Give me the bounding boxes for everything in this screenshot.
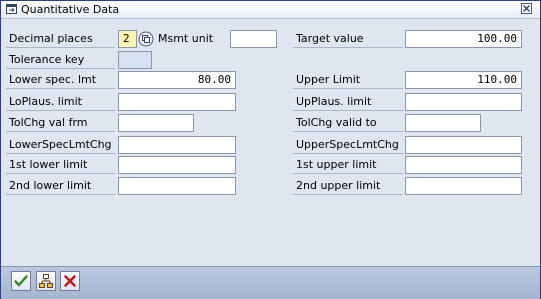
tolerance-change-to-label: TolChg valid to	[293, 114, 403, 132]
form-area: Decimal places 2 Msmt unit Target value …	[1, 19, 540, 266]
upper-plausible-limit-field[interactable]	[405, 93, 522, 111]
tolerance-key-label: Tolerance key	[6, 51, 115, 69]
upper-spec-limit-change-field[interactable]	[405, 136, 522, 154]
title-bar[interactable]: Quantitative Data	[1, 1, 540, 19]
possible-entries-icon[interactable]	[138, 31, 154, 47]
second-lower-limit-field[interactable]	[118, 177, 236, 195]
quantitative-data-dialog: Quantitative Data Decimal places 2 Msmt …	[0, 0, 541, 299]
msmt-unit-field[interactable]	[230, 30, 277, 48]
second-upper-limit-label: 2nd upper limit	[293, 177, 403, 195]
lower-spec-limit-field[interactable]: 80.00	[118, 71, 236, 89]
cancel-button[interactable]	[60, 271, 80, 291]
lower-plausible-limit-field[interactable]	[118, 93, 236, 111]
lower-spec-limit-label: Lower spec. lmt	[6, 71, 115, 89]
tolerance-change-to-field[interactable]	[405, 114, 481, 132]
lower-plausible-limit-label: LoPlaus. limit	[6, 93, 115, 111]
window-title: Quantitative Data	[21, 3, 120, 16]
upper-plausible-limit-label: UpPlaus. limit	[293, 93, 403, 111]
continue-button[interactable]	[11, 271, 31, 291]
tolerance-key-field[interactable]	[118, 51, 152, 69]
upper-spec-limit-change-label: UpperSpecLmtChg	[293, 136, 403, 154]
msmt-unit-label: Msmt unit	[158, 32, 214, 45]
target-value-field[interactable]: 100.00	[405, 30, 522, 48]
upper-limit-label: Upper Limit	[293, 71, 403, 89]
tolerance-change-from-label: TolChg val frm	[6, 114, 115, 132]
target-value-label: Target value	[293, 30, 403, 48]
close-icon	[523, 5, 530, 12]
check-icon	[14, 275, 28, 287]
lower-spec-limit-change-field[interactable]	[118, 136, 236, 154]
second-lower-limit-label: 2nd lower limit	[6, 177, 115, 195]
first-lower-limit-label: 1st lower limit	[6, 156, 115, 174]
dialog-icon	[6, 4, 17, 14]
first-lower-limit-field[interactable]	[118, 156, 236, 174]
cancel-icon	[64, 275, 76, 287]
decimal-places-field[interactable]: 2	[118, 30, 137, 48]
first-upper-limit-field[interactable]	[405, 156, 522, 174]
lower-spec-limit-change-label: LowerSpecLmtChg	[6, 136, 115, 154]
decimal-places-label: Decimal places	[6, 30, 115, 48]
hierarchy-button[interactable]	[36, 271, 56, 291]
hierarchy-icon	[39, 274, 53, 288]
tolerance-change-from-field[interactable]	[118, 114, 194, 132]
second-upper-limit-field[interactable]	[405, 177, 522, 195]
dialog-toolbar	[1, 266, 540, 299]
close-button[interactable]	[521, 3, 532, 14]
first-upper-limit-label: 1st upper limit	[293, 156, 403, 174]
upper-limit-field[interactable]: 110.00	[405, 71, 522, 89]
